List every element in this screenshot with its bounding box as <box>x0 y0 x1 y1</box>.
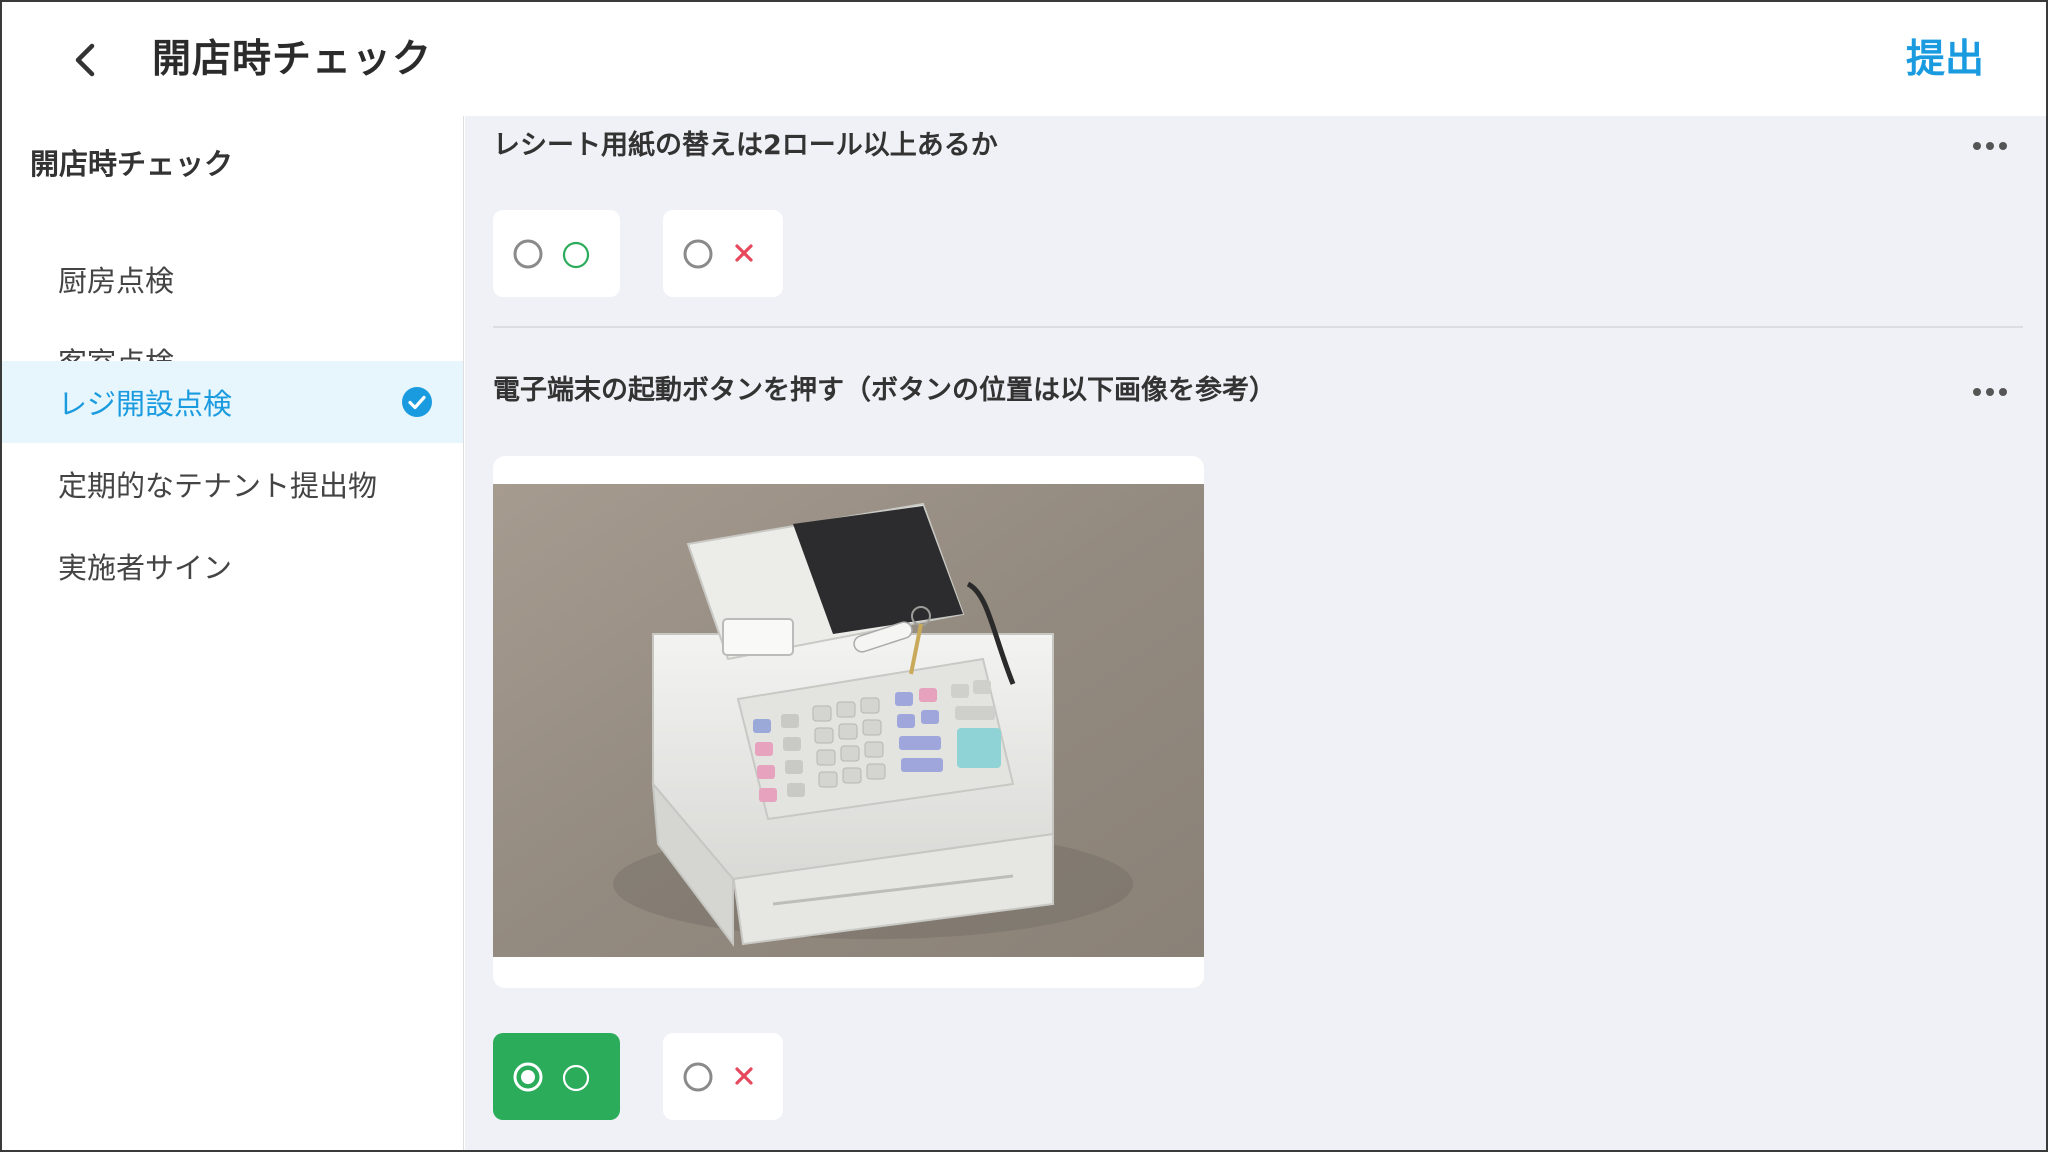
answer-option-circle[interactable] <box>493 1033 620 1120</box>
question-title: 電子端末の起動ボタンを押す（ボタンの位置は以下画像を参考） <box>493 375 1276 406</box>
sidebar-item-label: 定期的なテナント提出物 <box>58 469 378 503</box>
sidebar-item-register-opening-inspection[interactable]: レジ開設点検 <box>2 361 463 443</box>
sidebar-item-kitchen-inspection[interactable]: 厨房点検 <box>2 238 463 320</box>
submit-button[interactable]: 提出 <box>1906 32 1984 88</box>
sidebar-heading: 開店時チェック <box>30 147 234 181</box>
sidebar-item-label: 実施者サイン <box>58 551 233 585</box>
cash-register-photo <box>493 484 1204 957</box>
app-window: 開店時チェック 提出 開店時チェック 厨房点検 客室点検 レジ開設点検 定期的な… <box>0 0 2048 1152</box>
more-horizontal-icon[interactable] <box>1970 386 2010 398</box>
answer-option-cross[interactable] <box>663 1033 783 1120</box>
back-button[interactable] <box>60 34 112 86</box>
sidebar-item-label: 厨房点検 <box>58 264 175 298</box>
check-circle-icon <box>402 387 432 417</box>
sidebar: 開店時チェック 厨房点検 客室点検 レジ開設点検 定期的なテナント提出物 実施者… <box>2 116 464 1150</box>
sidebar-item-executor-signature[interactable]: 実施者サイン <box>2 525 463 607</box>
sidebar-item-label: レジ開設点検 <box>58 387 233 421</box>
page-title: 開店時チェック <box>152 37 433 82</box>
radio-circle-mark-icon <box>513 239 590 269</box>
checklist-content[interactable]: レシート用紙の替えは2ロール以上あるか 電子端末の起動ボタンを押す（ボタンの位置… <box>465 116 2046 1150</box>
chevron-left-icon <box>75 43 95 77</box>
divider <box>493 326 2023 328</box>
header: 開店時チェック 提出 <box>2 2 2046 116</box>
question-title: レシート用紙の替えは2ロール以上あるか <box>493 130 998 161</box>
more-horizontal-icon[interactable] <box>1970 140 2010 152</box>
radio-cross-mark-icon <box>683 239 753 269</box>
answer-option-circle[interactable] <box>493 210 620 297</box>
radio-cross-mark-icon <box>683 1062 753 1092</box>
reference-image-card[interactable] <box>493 456 1204 988</box>
radio-circle-mark-icon <box>513 1062 590 1092</box>
sidebar-item-tenant-submissions[interactable]: 定期的なテナント提出物 <box>2 443 463 525</box>
answer-option-cross[interactable] <box>663 210 783 297</box>
